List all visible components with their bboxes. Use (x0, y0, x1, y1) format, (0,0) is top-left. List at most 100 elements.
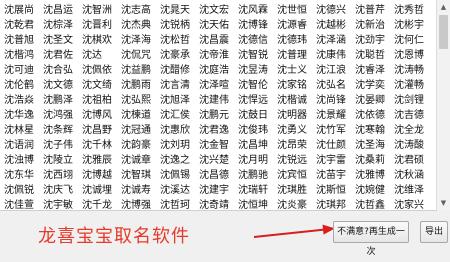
name-cell[interactable]: 沈苗宇 (316, 168, 355, 183)
name-cell[interactable]: 沈金智 (199, 138, 238, 153)
name-cell[interactable]: 沈诚埋 (82, 183, 121, 198)
name-cell[interactable]: 沈弘名 (316, 78, 355, 93)
name-cell[interactable]: 沈东华 (4, 168, 43, 183)
name-cell[interactable]: 沈晁天 (160, 3, 199, 18)
name-cell[interactable]: 沈勇义 (277, 123, 316, 138)
name-cell[interactable]: 沈松哲 (160, 33, 199, 48)
name-cell[interactable]: 沈维泽 (394, 183, 433, 198)
name-cell[interactable]: 沈学奕 (355, 78, 394, 93)
name-cell[interactable]: 沈诚章 (121, 153, 160, 168)
name-cell[interactable]: 沈恩博 (394, 48, 433, 63)
name-cell[interactable]: 沈源睿 (277, 18, 316, 33)
name-cell[interactable]: 沈杰典 (121, 18, 160, 33)
name-cell[interactable]: 沈旭泽 (160, 93, 199, 108)
name-cell[interactable]: 沈琪邦 (316, 198, 355, 210)
name-cell[interactable]: 沈鼓日 (238, 108, 277, 123)
name-cell[interactable]: 沈祖柏 (82, 93, 121, 108)
name-cell[interactable]: 沈宇敏 (43, 198, 82, 210)
name-cell[interactable]: 沈宾恒 (277, 168, 316, 183)
name-cell[interactable]: 沈建宇 (199, 183, 238, 198)
name-cell[interactable]: 沈家铭 (277, 78, 316, 93)
name-cell[interactable]: 沈宇雷 (316, 153, 355, 168)
name-cell[interactable]: 沈圣海 (355, 138, 394, 153)
name-cell[interactable]: 沈锐远 (277, 153, 316, 168)
name-cell[interactable]: 沈达 (82, 48, 121, 63)
name-cell[interactable]: 沈西翊 (43, 168, 82, 183)
name-cell[interactable]: 沈婉健 (355, 183, 394, 198)
name-cell[interactable]: 沈涛畅 (394, 63, 433, 78)
name-cell[interactable]: 沈聪哲 (355, 48, 394, 63)
name-cell[interactable]: 沈彬宇 (394, 18, 433, 33)
name-cell[interactable]: 沈林星 (4, 123, 43, 138)
name-cell[interactable]: 沈睿泽 (355, 63, 394, 78)
name-cell[interactable]: 沈鹏雨 (121, 78, 160, 93)
name-cell[interactable]: 沈昌野 (82, 123, 121, 138)
name-cell[interactable]: 沈雅博 (355, 168, 394, 183)
name-cell[interactable]: 沈冠通 (121, 123, 160, 138)
name-cell[interactable]: 沈帝淮 (199, 48, 238, 63)
name-cell[interactable]: 沈月明 (238, 153, 277, 168)
scroll-thumb[interactable] (439, 15, 448, 49)
name-cell[interactable]: 沈韵豪 (121, 138, 160, 153)
name-cell[interactable]: 沈灌畅 (394, 78, 433, 93)
name-cell[interactable]: 沈楝道 (121, 108, 160, 123)
name-cell[interactable]: 沈佩锐 (4, 183, 43, 198)
name-cell[interactable]: 沈竹军 (316, 123, 355, 138)
name-cell[interactable]: 沈吉德 (394, 108, 433, 123)
name-cell[interactable]: 沈智锐 (238, 48, 277, 63)
name-cell[interactable]: 沈雅辰 (82, 153, 121, 168)
name-cell[interactable]: 沈斯恒 (316, 183, 355, 198)
name-cell[interactable]: 沈昌运 (43, 3, 82, 18)
name-cell[interactable]: 沈泽喧 (199, 78, 238, 93)
name-cell[interactable]: 沈哲鑫 (355, 198, 394, 210)
vertical-scrollbar[interactable]: ▲ ▼ (436, 0, 450, 210)
name-cell[interactable]: 沈鸿强 (43, 108, 82, 123)
name-cell[interactable]: 沈博锋 (238, 18, 277, 33)
name-cell[interactable]: 沈越彬 (316, 18, 355, 33)
name-cell[interactable]: 沈志高 (121, 3, 160, 18)
name-cell[interactable]: 沈言清 (160, 78, 199, 93)
name-cell[interactable]: 沈昌坤 (238, 138, 277, 153)
name-cell[interactable]: 沈景耀 (316, 108, 355, 123)
name-cell[interactable]: 沈昌震 (199, 33, 238, 48)
name-cell[interactable]: 沈智洲 (82, 3, 121, 18)
name-cell[interactable]: 沈可迪 (4, 63, 43, 78)
name-cell[interactable]: 沈普旭 (4, 33, 43, 48)
name-cell[interactable]: 沈晋利 (82, 18, 121, 33)
name-cell[interactable]: 沈庭浩 (199, 63, 238, 78)
name-cell[interactable]: 沈康伟 (316, 48, 355, 63)
name-cell[interactable]: 沈浩焱 (4, 93, 43, 108)
name-cell[interactable]: 沈千林 (82, 138, 121, 153)
name-cell[interactable]: 沈风霖 (238, 3, 277, 18)
name-cell[interactable]: 沈晏卿 (355, 93, 394, 108)
name-cell[interactable]: 沈琪胜 (277, 183, 316, 198)
name-cell[interactable]: 沈棕泽 (43, 18, 82, 33)
name-cell[interactable]: 沈世恒 (277, 3, 316, 18)
name-cell[interactable]: 沈剑锂 (394, 93, 433, 108)
name-cell[interactable]: 沈佩依 (82, 63, 121, 78)
name-cell[interactable]: 沈条辉 (43, 123, 82, 138)
name-cell[interactable]: 沈圣文 (43, 33, 82, 48)
name-cell[interactable]: 沈秀哲 (394, 3, 433, 18)
name-cell[interactable]: 沈语润 (4, 138, 43, 153)
name-cell[interactable]: 沈华逸 (4, 108, 43, 123)
name-cell[interactable]: 沈鹏泽 (43, 93, 82, 108)
name-cell[interactable]: 沈鹏元 (199, 108, 238, 123)
name-cell[interactable]: 沈瑞轩 (238, 183, 277, 198)
name-cell[interactable]: 沈劲宇 (355, 33, 394, 48)
name-cell[interactable]: 沈文绮 (82, 78, 121, 93)
name-cell[interactable]: 沈佳萱 (4, 198, 43, 210)
name-cell[interactable]: 沈乾君 (4, 18, 43, 33)
name-cell[interactable]: 沈哲珂 (160, 198, 199, 210)
name-cell[interactable]: 沈侃咒 (121, 48, 160, 63)
name-cell[interactable]: 沈展尚 (4, 3, 43, 18)
name-cell[interactable]: 沈文宏 (199, 3, 238, 18)
name-cell[interactable]: 沈尚锋 (316, 93, 355, 108)
name-cell[interactable]: 沈伦鹤 (4, 78, 43, 93)
name-cell[interactable]: 沈博风 (82, 108, 121, 123)
name-cell[interactable]: 沈全龙 (394, 123, 433, 138)
name-cell[interactable]: 沈文德 (43, 78, 82, 93)
name-cell[interactable]: 沈依德 (355, 108, 394, 123)
name-cell[interactable]: 沈益鹏 (121, 63, 160, 78)
name-cell[interactable]: 沈逸之 (160, 153, 199, 168)
